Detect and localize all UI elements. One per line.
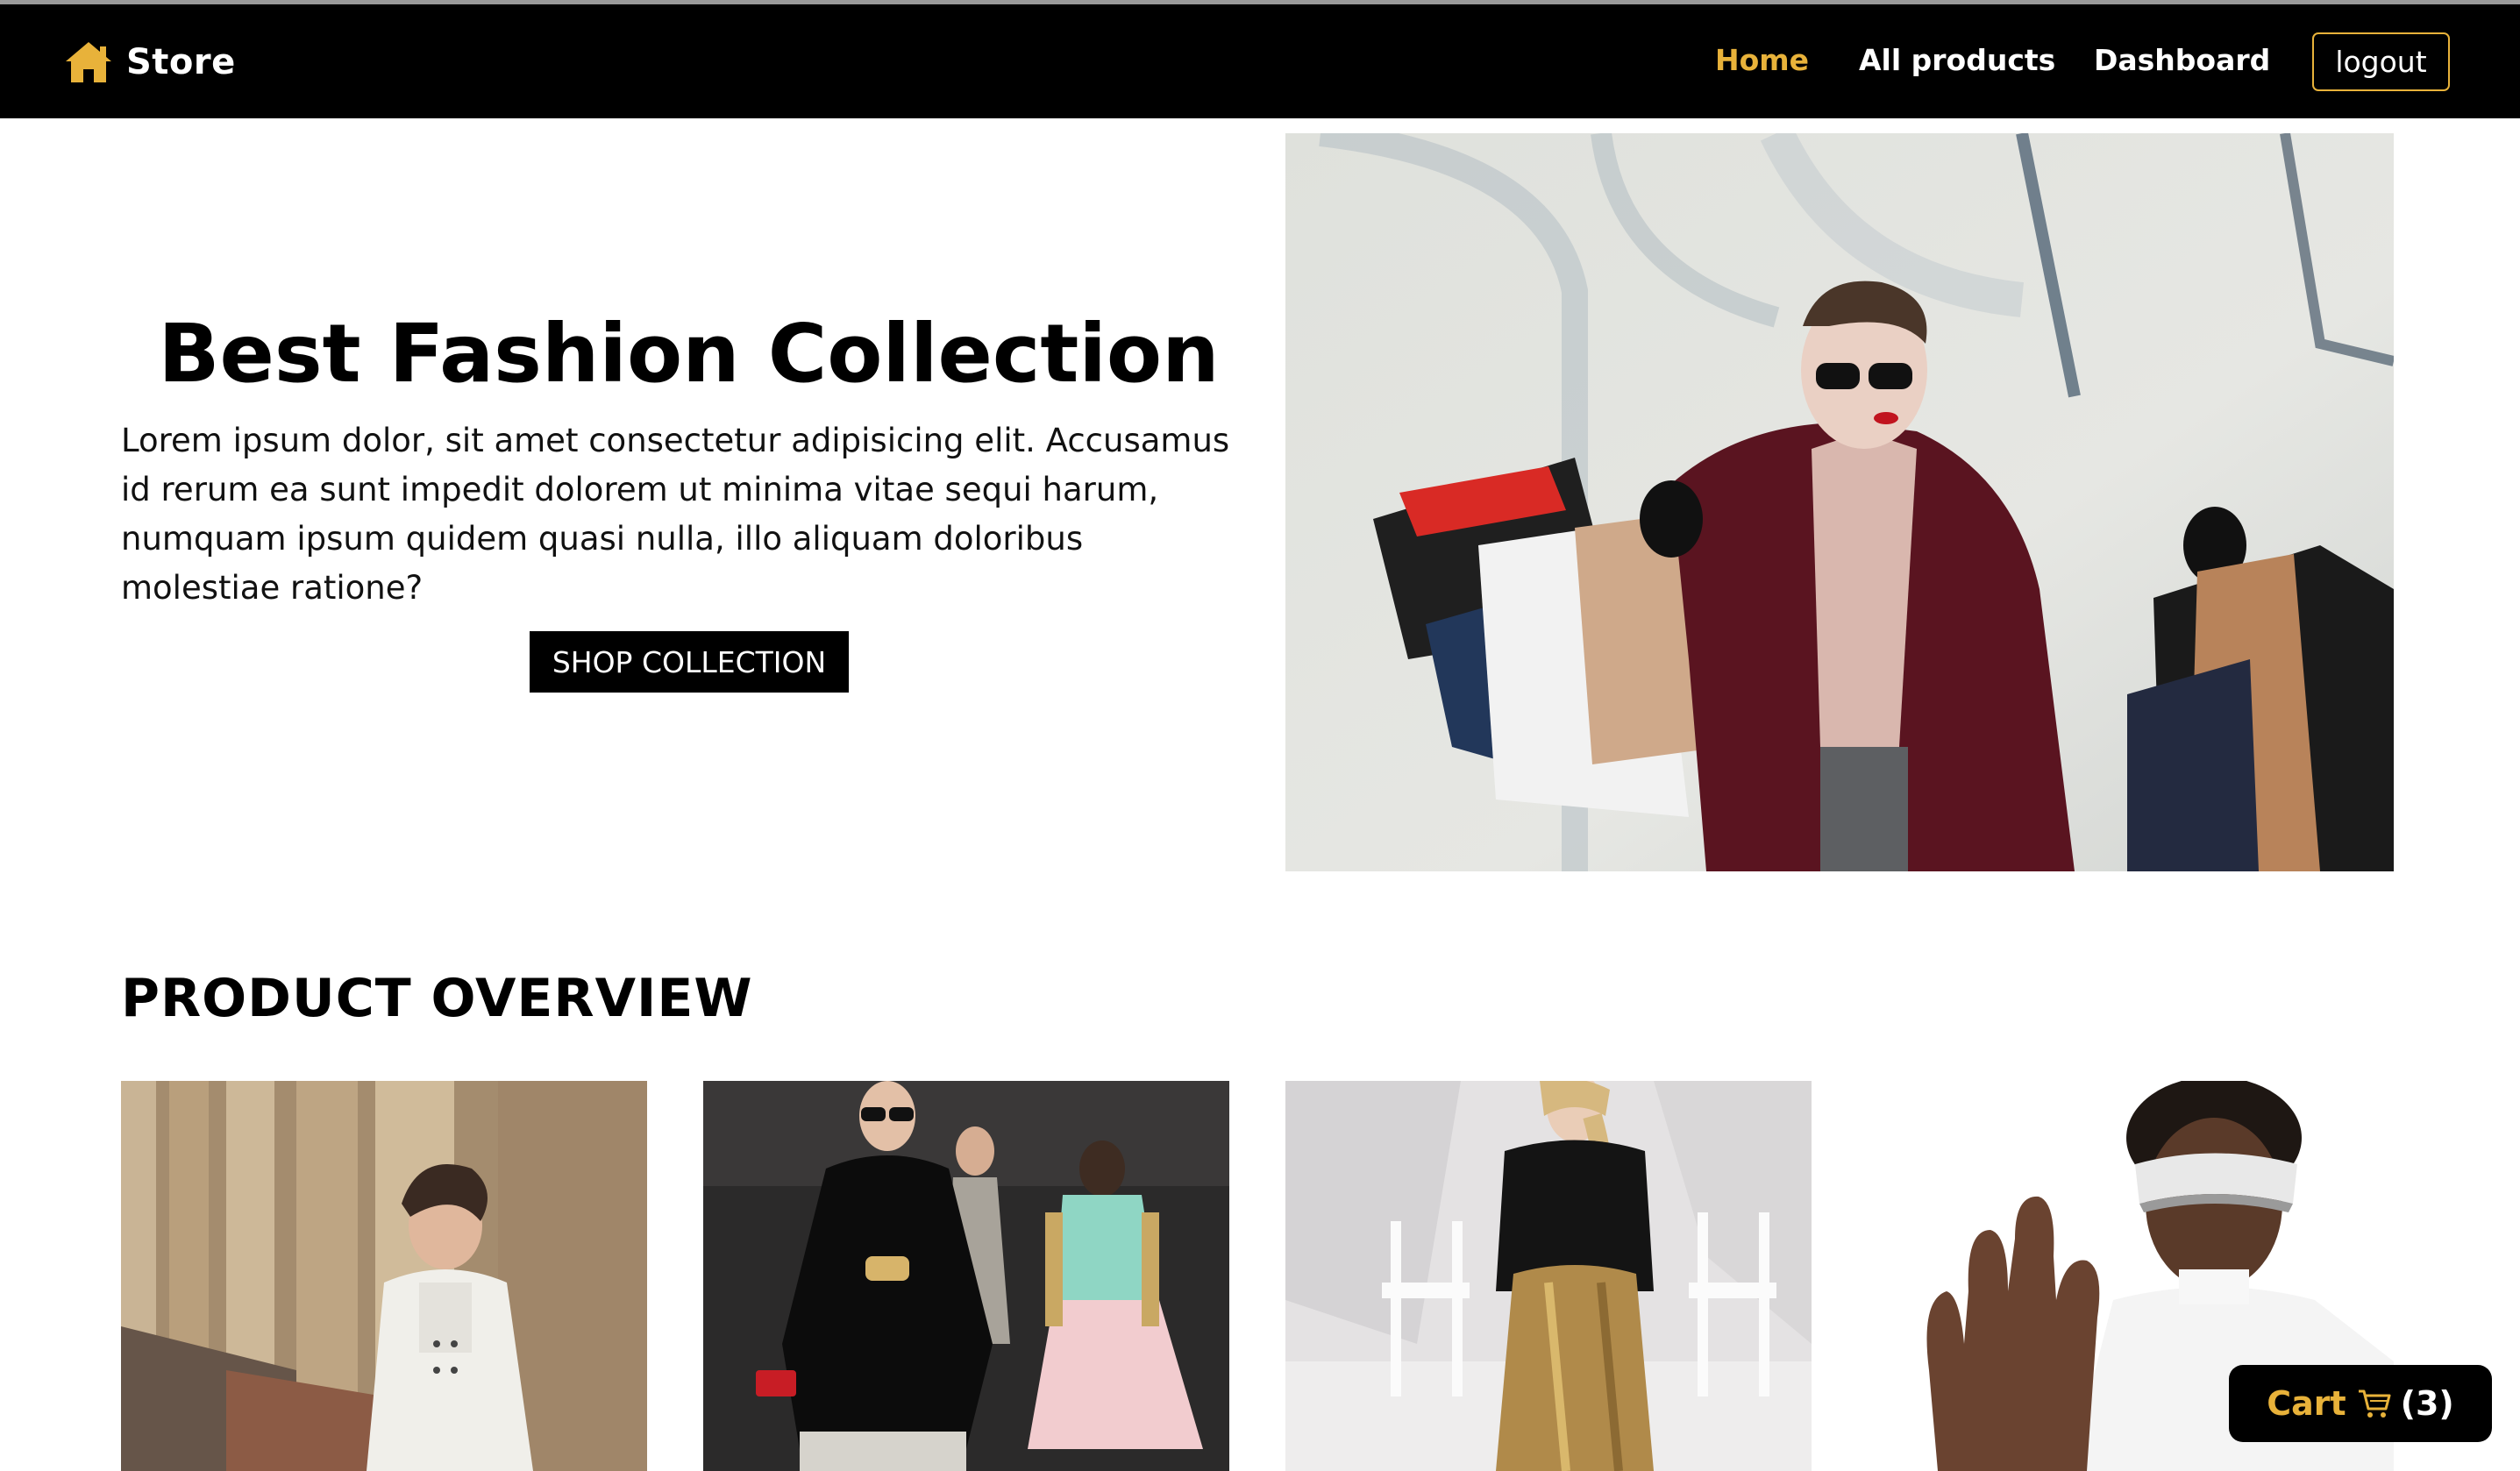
brand-link[interactable]: Store bbox=[63, 38, 236, 87]
product-image bbox=[703, 1081, 1229, 1471]
product-card[interactable] bbox=[703, 1081, 1229, 1471]
product-image bbox=[1285, 1081, 1812, 1471]
cart-label: Cart bbox=[2267, 1384, 2346, 1423]
logout-button[interactable]: logout bbox=[2312, 32, 2450, 91]
hero-description: Lorem ipsum dolor, sit amet consectetur … bbox=[121, 422, 1230, 607]
nav-home-link[interactable]: Home bbox=[1715, 43, 1809, 77]
brand-name: Store bbox=[126, 42, 236, 82]
navbar: Store Home All products Dashboard logout bbox=[0, 4, 2520, 118]
cart-icon bbox=[2358, 1389, 2391, 1418]
hero-image bbox=[1285, 133, 2394, 871]
cart-button[interactable]: Cart (3) bbox=[2229, 1365, 2492, 1442]
nav-all-products-link[interactable]: All products bbox=[1859, 43, 2055, 77]
cart-count: (3) bbox=[2400, 1384, 2454, 1423]
product-card[interactable] bbox=[121, 1081, 647, 1471]
product-overview-heading: PRODUCT OVERVIEW bbox=[121, 968, 753, 1029]
product-image bbox=[121, 1081, 647, 1471]
product-card[interactable] bbox=[1285, 1081, 1812, 1471]
nav-dashboard-link[interactable]: Dashboard bbox=[2094, 43, 2270, 77]
hero-title: Best Fashion Collection bbox=[158, 307, 1220, 401]
house-icon bbox=[66, 42, 111, 82]
shop-collection-button[interactable]: SHOP COLLECTION bbox=[530, 631, 849, 693]
